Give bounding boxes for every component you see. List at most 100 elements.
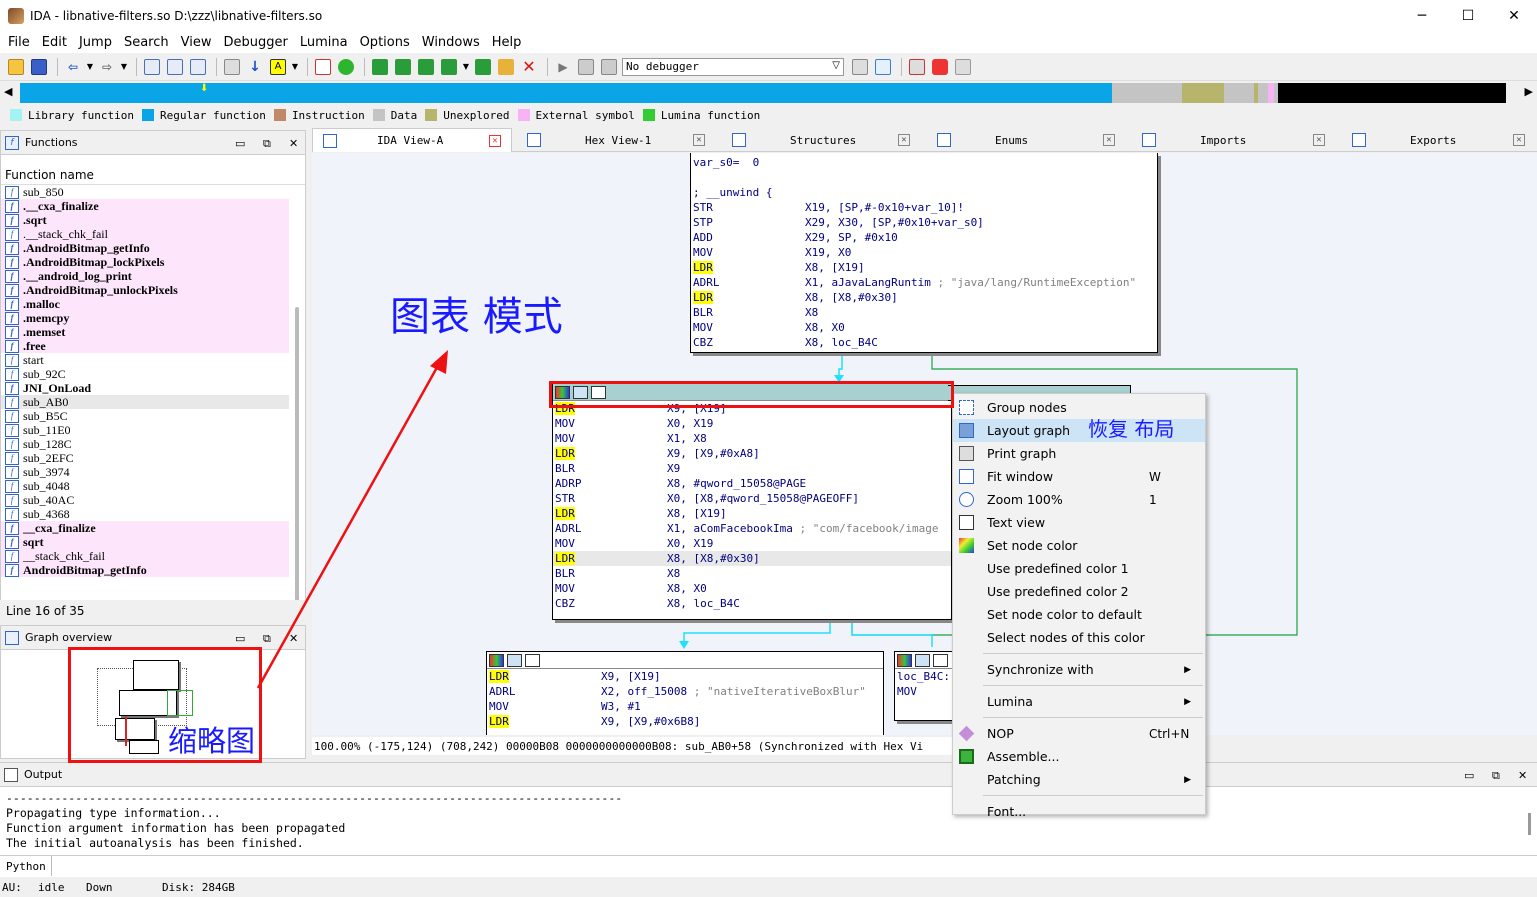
menu-item-nop[interactable]: NOP Ctrl+N [953,722,1205,745]
menu-windows[interactable]: Windows [416,35,486,50]
asm-line[interactable]: LDR X8, [X8,#0x30] [553,551,951,566]
panel-close-icon[interactable]: ✕ [1518,769,1527,782]
function-row[interactable]: f .memset [1,325,289,339]
asm-line[interactable]: MOV X19, X0 [691,245,1157,260]
menu-item-font[interactable]: Font... [953,800,1205,823]
asm-line[interactable]: MOV X0, X19 [553,536,951,551]
function-row[interactable]: f .AndroidBitmap_lockPixels [1,255,289,269]
tab-ida-view-a[interactable]: IDA View-A ✕ [312,128,512,152]
xrefs-icon[interactable] [222,57,242,77]
tab-close-icon[interactable]: ✕ [1313,134,1325,146]
function-row[interactable]: f __cxa_finalize [1,521,289,535]
nav-segment[interactable] [1182,83,1224,103]
function-row[interactable]: f JNI_OnLoad [1,381,289,395]
search-immediate-icon[interactable] [188,57,208,77]
menu-jump[interactable]: Jump [73,35,118,50]
menu-item-lumina[interactable]: Lumina ▶ [953,690,1205,713]
jump-down-icon[interactable]: ↓ [245,57,265,77]
navigation-band[interactable]: ◀ ⬇ ▶ [0,82,1537,104]
tab-imports[interactable]: Imports ✕ [1132,128,1337,152]
function-row[interactable]: f sub_11E0 [1,423,289,437]
panel-float-icon[interactable]: ⧉ [263,137,271,151]
search-binary-icon[interactable] [142,57,162,77]
function-row[interactable]: f start [1,353,289,367]
back-arrow-icon[interactable]: ⇦ [63,57,83,77]
delete-icon[interactable]: ✕ [519,57,539,77]
tab-close-icon[interactable]: ✕ [1513,134,1525,146]
tab-close-icon[interactable]: ✕ [1103,134,1115,146]
output-scrollbar[interactable] [1528,813,1531,835]
asm-line[interactable]: BLR X9 [553,461,951,476]
attach-process-icon[interactable] [873,57,893,77]
function-row[interactable]: f .AndroidBitmap_unlockPixels [1,283,289,297]
tab-close-icon[interactable]: ✕ [489,134,501,147]
menu-item-synchronize-with[interactable]: Synchronize with ▶ [953,658,1205,681]
nav-segment[interactable] [1258,83,1268,103]
asm-line[interactable]: STP X29, X30, [SP,#0x10+var_s0] [691,215,1157,230]
pause-icon[interactable] [576,57,596,77]
nav-segment[interactable] [1278,83,1506,103]
python-input[interactable] [52,856,1537,876]
asm-line[interactable]: LDR X8, [X19] [691,260,1157,275]
asm-line[interactable]: LDR X8, [X8,#0x30] [691,290,1157,305]
add-segment-icon[interactable] [416,57,436,77]
function-row[interactable]: f sub_4368 [1,507,289,521]
open-icon[interactable] [6,57,26,77]
asm-line[interactable] [691,170,1157,185]
panel-minimize-icon[interactable]: ▭ [235,137,245,150]
function-name-column[interactable]: Function name [1,165,305,185]
menu-item-fit-window[interactable]: Fit window W [953,465,1205,488]
edit-function-icon[interactable] [393,57,413,77]
panel-float-icon[interactable]: ⧉ [263,632,271,646]
chevron-down-icon[interactable]: ▼ [86,57,94,77]
menu-view[interactable]: View [175,35,218,50]
asm-line[interactable]: MOV X8, X0 [691,320,1157,335]
menu-debugger[interactable]: Debugger [217,35,293,50]
function-row[interactable]: f .malloc [1,297,289,311]
minimize-button[interactable]: ─ [1399,0,1445,32]
debugger-select[interactable]: No debugger ▽ [622,57,844,76]
function-row[interactable]: f .__cxa_finalize [1,199,289,213]
menu-item-use-predefined-color-1[interactable]: Use predefined color 1 [953,557,1205,580]
trace-icon[interactable] [907,57,927,77]
menu-item-zoom-100[interactable]: Zoom 100% 1 [953,488,1205,511]
tab-exports[interactable]: Exports ✕ [1342,128,1537,152]
save-icon[interactable] [29,57,49,77]
function-row[interactable]: f .memcpy [1,311,289,325]
asm-line[interactable]: loc_B4C: [895,669,953,684]
asm-line[interactable]: MOV X8, X0 [553,581,951,596]
functions-scrollbar[interactable] [295,307,299,617]
graph-node-entry[interactable]: var_s0= 0 ; __unwind {STR X19, [SP,#-0x10+… [690,153,1158,353]
panel-close-icon[interactable]: ✕ [289,137,298,150]
tab-hex-view-1[interactable]: Hex View-1 ✕ [517,128,717,152]
graph-node-bottom-left[interactable]: LDR X9, [X19] ADRL X2, off_15008 ; "nativeI… [486,651,884,735]
menu-lumina[interactable]: Lumina [294,35,354,50]
search-text-icon[interactable] [165,57,185,77]
panel-close-icon[interactable]: ✕ [289,632,298,645]
panel-minimize-icon[interactable]: ▭ [1464,769,1474,782]
menu-item-set-node-color[interactable]: Set node color [953,534,1205,557]
function-row[interactable]: f .free [1,339,289,353]
asm-line[interactable]: STR X19, [SP,#-0x10+var_10]! [691,200,1157,215]
asm-line[interactable]: STR X0, [X8,#qword_15058@PAGEOFF] [553,491,951,506]
graph-view[interactable]: var_s0= 0 ; __unwind {STR X19, [SP,#-0x10+… [312,153,1537,735]
python-button[interactable]: Python [0,856,52,876]
tab-close-icon[interactable]: ✕ [898,134,910,146]
close-button[interactable]: ✕ [1491,0,1537,32]
asm-line[interactable]: MOV [895,684,953,699]
stop-icon[interactable] [599,57,619,77]
create-function-icon[interactable] [370,57,390,77]
menu-item-set-node-color-to-default[interactable]: Set node color to default [953,603,1205,626]
asm-line[interactable]: BLR X8 [553,566,951,581]
analysis-warning-icon[interactable] [313,57,333,77]
menu-search[interactable]: Search [118,35,175,50]
group-node-icon[interactable] [933,653,948,667]
asm-line[interactable]: LDR X9, [X9,#0x6B8] [487,714,883,729]
function-row[interactable]: f .__stack_chk_fail [1,227,289,241]
nav-segment[interactable] [1224,83,1254,103]
asm-line[interactable]: LDR X9, [X9,#0xA8] [553,446,951,461]
rename-node-icon[interactable] [915,653,930,667]
function-row[interactable]: f AndroidBitmap_getInfo [1,563,289,577]
menu-item-assemble[interactable]: Assemble... [953,745,1205,768]
menu-item-patching[interactable]: Patching ▶ [953,768,1205,791]
